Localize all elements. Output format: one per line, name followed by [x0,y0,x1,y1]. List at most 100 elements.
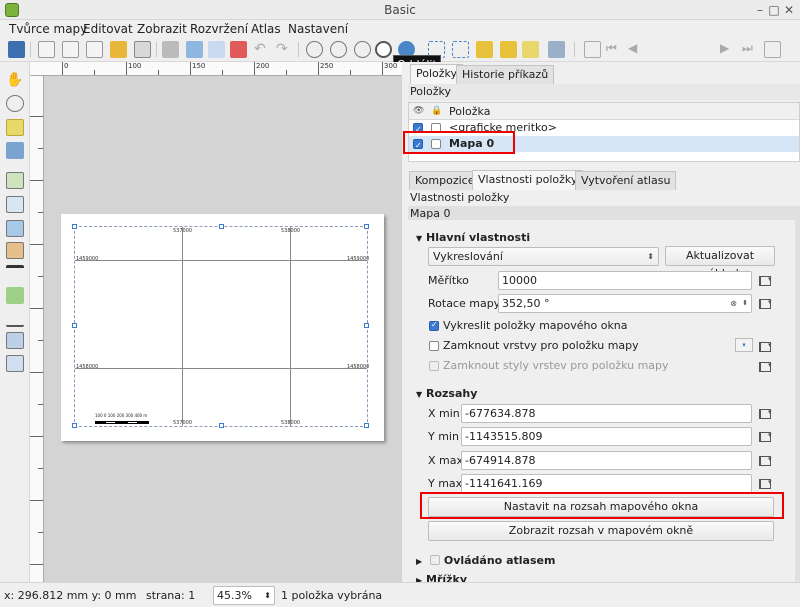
group-icon[interactable] [452,41,469,58]
data-defined-override-icon[interactable] [758,360,774,374]
next-feature-icon[interactable]: ▶ [720,41,737,58]
lock-layers-checkbox[interactable] [429,341,439,351]
close-icon[interactable]: ✕ [781,2,797,18]
xmin-input[interactable]: -677634.878 [461,404,752,423]
lock-icon[interactable] [476,41,493,58]
list-item[interactable]: <graficke meritko> [409,120,799,138]
map-item-mapa-0[interactable]: 537000 538000 537000 538000 1459000 1458… [72,224,370,428]
menu-view[interactable]: Zobrazit [137,21,187,37]
zoom-level-select[interactable]: 45.3% ⬍ [213,586,275,605]
menu-edit[interactable]: Editovat [83,21,133,37]
extents-group[interactable]: ▼ Rozsahy [416,387,477,400]
menu-settings[interactable]: Nastavení [288,21,348,37]
save-icon[interactable] [8,41,25,58]
composer-canvas[interactable]: 537000 538000 537000 538000 1459000 1458… [44,76,402,582]
draw-items-checkbox[interactable] [429,320,439,331]
data-defined-override-icon[interactable] [758,454,774,468]
zoom-out-icon[interactable] [375,41,392,58]
prev-feature-icon[interactable]: ◀ [628,41,645,58]
eye-icon: 👁 [413,106,425,116]
export-pdf-icon[interactable] [230,41,247,58]
scale-input[interactable]: 10000 [498,271,752,290]
view-extent-in-canvas-button[interactable]: Zobrazit rozsah v mapovém okně [428,521,774,541]
add-map-icon[interactable] [6,172,24,189]
data-defined-override-icon[interactable] [758,297,774,311]
tab-command-history[interactable]: Historie příkazů [456,65,555,85]
preview-mode-select[interactable]: Vykreslování ⬍ [428,247,659,266]
list-item[interactable]: Mapa 0 [409,136,799,154]
add-image-icon[interactable] [6,196,24,213]
maximize-icon[interactable]: □ [766,2,782,18]
align-items-icon[interactable] [548,41,565,58]
atlas-controlled-group[interactable]: ▶ Ovládáno atlasem [416,554,555,567]
scalebar-item[interactable]: 100 0 100 200 300 400 m [95,413,160,427]
lock-checkbox[interactable] [431,123,441,133]
print-icon[interactable] [162,41,179,58]
data-defined-override-icon[interactable] [758,407,774,421]
last-feature-icon[interactable]: ⏭ [742,41,759,58]
lock-checkbox[interactable] [431,139,441,149]
visibility-checkbox[interactable] [413,122,423,138]
select-move-icon[interactable] [6,119,24,136]
data-defined-override-icon[interactable] [758,274,774,288]
zoom-in-icon[interactable] [354,41,371,58]
tab-composition[interactable]: Kompozice [409,171,481,191]
print-atlas-icon[interactable] [764,41,781,58]
tab-item-properties[interactable]: Vlastnosti položky [472,170,584,191]
duplicate-composer-icon[interactable] [62,41,79,58]
redo-icon[interactable]: ↷ [276,41,293,58]
ymax-input[interactable]: -1141641.169 [461,474,752,493]
export-svg-icon[interactable] [208,41,225,58]
export-image-icon[interactable] [186,41,203,58]
first-feature-icon[interactable]: ⏮ [606,41,623,58]
rotation-input[interactable]: 352,50 ° ⊗ ⬍ [498,294,752,313]
add-scalebar-icon[interactable] [6,265,24,282]
data-defined-override-icon[interactable] [758,430,774,444]
set-to-canvas-extent-button[interactable]: Nastavit na rozsah mapového okna [428,497,774,517]
add-label-icon[interactable] [6,220,24,237]
visibility-checkbox[interactable] [413,138,423,154]
move-content-icon[interactable] [6,142,24,159]
grids-group[interactable]: ▶ Mřížky [416,573,467,582]
save-template-icon[interactable] [134,41,151,58]
spin-arrows-icon[interactable]: ⬍ [742,295,748,312]
scalebar-labels: 100 0 100 200 300 400 m [95,413,148,418]
right-dock-panel: Položky Historie příkazů Položky 👁 🔒 Pol… [403,62,800,582]
atlas-preview-icon[interactable] [584,41,601,58]
data-defined-override-icon[interactable] [758,340,774,354]
raise-items-icon[interactable] [522,41,539,58]
expand-arrow-icon: ▶ [416,557,423,566]
add-arrow-icon[interactable] [6,310,24,327]
menu-layout[interactable]: Rozvržení [190,21,248,37]
data-defined-override-icon[interactable] [758,477,774,491]
main-props-group[interactable]: ▼ Hlavní vlastnosti [416,231,530,244]
clear-icon[interactable]: ⊗ [730,295,737,312]
zoom-full-icon[interactable] [306,41,323,58]
composer-manager-icon[interactable] [86,41,103,58]
menu-composer[interactable]: Tvůrce mapy [9,21,87,37]
lock-styles-checkbox[interactable] [429,361,439,371]
zoom-tool-icon[interactable] [6,95,24,112]
tab-atlas-generation[interactable]: Vytvoření atlasu [575,171,677,191]
atlas-controlled-checkbox[interactable] [429,555,440,565]
add-shape-icon[interactable] [6,287,24,304]
pan-hand-icon[interactable]: ✋ [6,72,24,89]
ymin-input[interactable]: -1143515.809 [461,427,752,446]
layer-preset-button[interactable]: ▾ [735,338,753,352]
update-preview-button[interactable]: Aktualizovat náhled [665,246,775,280]
xmax-input[interactable]: -674914.878 [461,451,752,470]
items-header: 👁 🔒 Položka [409,103,799,120]
unlock-icon[interactable] [500,41,517,58]
add-table-icon[interactable] [6,332,24,349]
add-html-icon[interactable] [6,355,24,372]
zoom-100-icon[interactable] [330,41,347,58]
properties-scrollbar[interactable] [795,220,800,582]
add-legend-icon[interactable] [6,242,24,259]
new-composer-icon[interactable] [38,41,55,58]
item-label: Mapa 0 [449,137,495,150]
undo-icon[interactable]: ↶ [254,41,271,58]
title-bar: Basic – □ ✕ [0,0,800,20]
grid-coord-right-1: 1459000 [347,256,370,262]
open-folder-icon[interactable] [110,41,127,58]
menu-atlas[interactable]: Atlas [251,21,281,37]
